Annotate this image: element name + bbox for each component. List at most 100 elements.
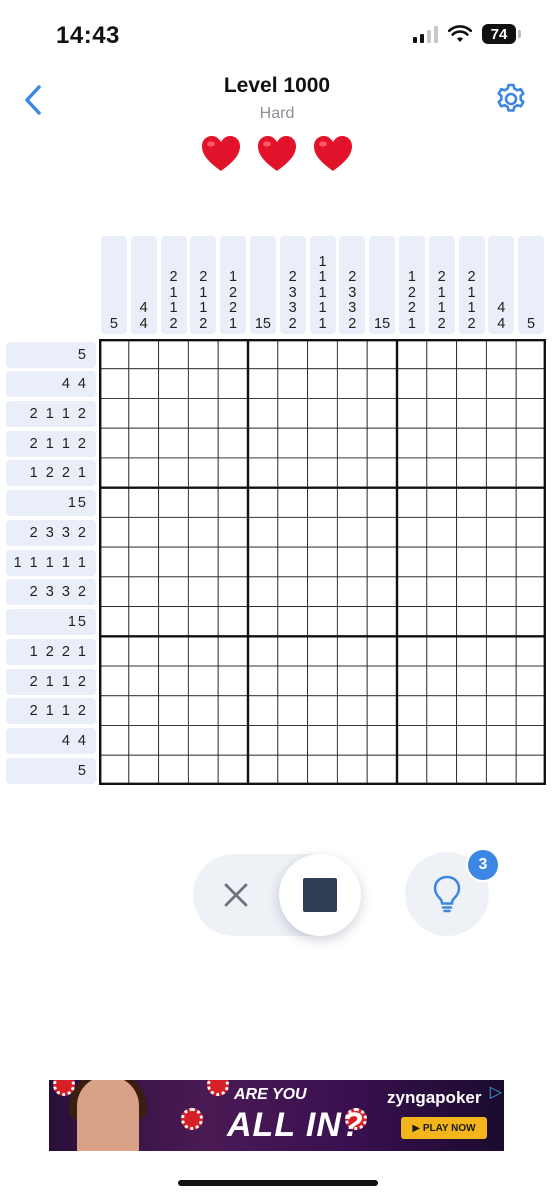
grid-cell[interactable]	[99, 339, 130, 370]
grid-cell[interactable]	[366, 635, 398, 667]
grid-cell[interactable]	[426, 546, 458, 578]
grid-cell[interactable]	[99, 457, 130, 489]
grid-cell[interactable]	[456, 427, 487, 459]
fill-mode-button[interactable]	[279, 854, 361, 936]
grid-cell[interactable]	[396, 606, 428, 637]
grid-cell[interactable]	[187, 754, 219, 785]
grid-cell[interactable]	[366, 457, 398, 489]
grid-cell[interactable]	[277, 516, 309, 548]
grid-cell[interactable]	[456, 606, 487, 637]
grid-cell[interactable]	[336, 516, 368, 548]
grid-cell[interactable]	[128, 695, 160, 726]
grid-cell[interactable]	[158, 665, 189, 697]
grid-cell[interactable]	[485, 606, 517, 637]
grid-cell[interactable]	[485, 576, 517, 608]
grid-cell[interactable]	[247, 695, 279, 726]
grid-cell[interactable]	[456, 546, 487, 578]
grid-cell[interactable]	[396, 398, 428, 429]
grid-cell[interactable]	[426, 487, 458, 518]
grid-cell[interactable]	[217, 725, 249, 756]
grid-cell[interactable]	[247, 576, 279, 608]
grid-cell[interactable]	[336, 725, 368, 756]
grid-cell[interactable]	[336, 339, 368, 370]
grid-cell[interactable]	[307, 457, 338, 489]
grid-cell[interactable]	[307, 665, 338, 697]
grid-cell[interactable]	[307, 546, 338, 578]
grid-cell[interactable]	[277, 457, 309, 489]
grid-cell[interactable]	[158, 725, 189, 756]
grid-cell[interactable]	[396, 754, 428, 785]
grid-cell[interactable]	[307, 368, 338, 399]
grid-cell[interactable]	[456, 576, 487, 608]
grid-cell[interactable]	[158, 695, 189, 726]
grid-cell[interactable]	[456, 754, 487, 785]
grid-cell[interactable]	[336, 695, 368, 726]
grid-cell[interactable]	[158, 427, 189, 459]
grid-cell[interactable]	[158, 635, 189, 667]
grid-cell[interactable]	[217, 695, 249, 726]
grid-cell[interactable]	[456, 516, 487, 548]
grid-cell[interactable]	[485, 754, 517, 785]
grid-cell[interactable]	[217, 457, 249, 489]
cross-mode-button[interactable]	[207, 866, 265, 924]
grid-cell[interactable]	[456, 398, 487, 429]
grid-cell[interactable]	[515, 725, 546, 756]
grid-cell[interactable]	[158, 606, 189, 637]
grid-cell[interactable]	[426, 606, 458, 637]
grid-cell[interactable]	[99, 368, 130, 399]
mode-toggle[interactable]	[193, 854, 361, 936]
ad-choices-icon[interactable]: ▷	[490, 1082, 502, 1102]
grid-cell[interactable]	[158, 516, 189, 548]
grid-cell[interactable]	[217, 635, 249, 667]
grid-cell[interactable]	[187, 576, 219, 608]
grid-cell[interactable]	[277, 695, 309, 726]
grid-cell[interactable]	[277, 427, 309, 459]
grid-cell[interactable]	[396, 576, 428, 608]
grid-cell[interactable]	[366, 339, 398, 370]
grid-cell[interactable]	[456, 457, 487, 489]
grid-cell[interactable]	[456, 725, 487, 756]
grid-cell[interactable]	[307, 576, 338, 608]
grid-cell[interactable]	[99, 635, 130, 667]
grid-cell[interactable]	[187, 457, 219, 489]
grid-cell[interactable]	[277, 398, 309, 429]
grid-cell[interactable]	[366, 546, 398, 578]
grid-cell[interactable]	[277, 606, 309, 637]
grid-cell[interactable]	[396, 635, 428, 667]
grid-cell[interactable]	[247, 339, 279, 370]
grid-cell[interactable]	[515, 754, 546, 785]
grid-cell[interactable]	[366, 398, 398, 429]
grid-cell[interactable]	[307, 516, 338, 548]
grid-cell[interactable]	[336, 635, 368, 667]
grid-cell[interactable]	[277, 368, 309, 399]
grid-cell[interactable]	[158, 576, 189, 608]
grid-cell[interactable]	[485, 546, 517, 578]
grid-cell[interactable]	[307, 398, 338, 429]
grid-cell[interactable]	[515, 457, 546, 489]
grid-cell[interactable]	[366, 665, 398, 697]
grid-cell[interactable]	[247, 487, 279, 518]
grid-cell[interactable]	[396, 546, 428, 578]
grid-cell[interactable]	[247, 754, 279, 785]
grid-cell[interactable]	[158, 457, 189, 489]
grid-cell[interactable]	[128, 398, 160, 429]
grid-cell[interactable]	[485, 457, 517, 489]
grid-cell[interactable]	[396, 339, 428, 370]
grid-cell[interactable]	[307, 754, 338, 785]
grid-cell[interactable]	[99, 576, 130, 608]
grid-cell[interactable]	[277, 339, 309, 370]
grid-cell[interactable]	[456, 339, 487, 370]
grid-cell[interactable]	[426, 754, 458, 785]
grid-cell[interactable]	[336, 606, 368, 637]
grid-cell[interactable]	[187, 665, 219, 697]
grid-cell[interactable]	[99, 398, 130, 429]
grid-cell[interactable]	[187, 339, 219, 370]
grid-cell[interactable]	[336, 576, 368, 608]
grid-cell[interactable]	[336, 398, 368, 429]
grid-cell[interactable]	[515, 368, 546, 399]
grid-cell[interactable]	[187, 398, 219, 429]
grid-cell[interactable]	[247, 606, 279, 637]
grid-cell[interactable]	[247, 368, 279, 399]
grid-cell[interactable]	[128, 665, 160, 697]
grid-cell[interactable]	[247, 516, 279, 548]
